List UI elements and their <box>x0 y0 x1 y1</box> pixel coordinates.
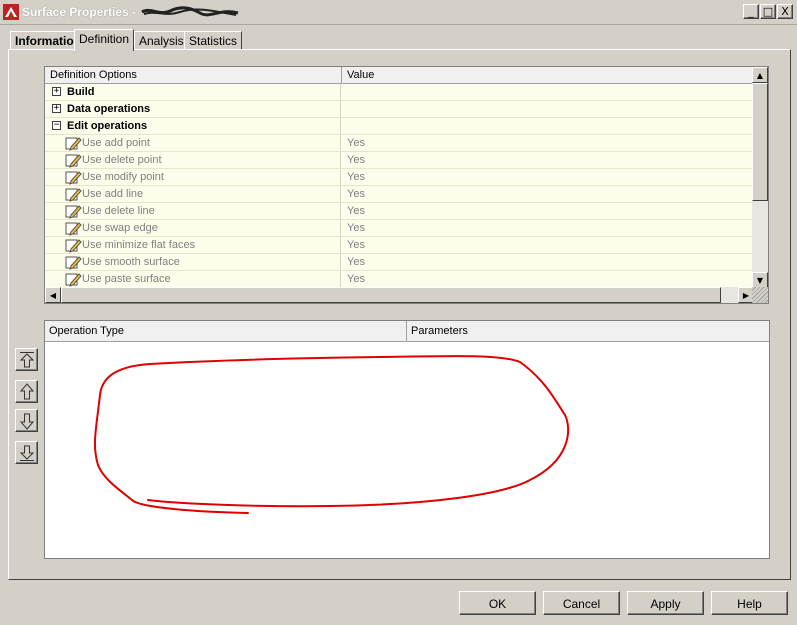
edit-pencil-icon <box>65 256 82 270</box>
size-grip <box>752 287 768 303</box>
option-value[interactable]: Yes <box>342 186 754 202</box>
grid-header: Definition Options Value <box>45 67 754 84</box>
scroll-thumb[interactable] <box>752 83 768 201</box>
redacted-scribble <box>141 6 239 17</box>
ok-button[interactable]: OK <box>459 591 536 615</box>
table-row[interactable]: Use delete line Yes <box>45 203 754 220</box>
table-row[interactable]: Use add line Yes <box>45 186 754 203</box>
option-label: Use swap edge <box>82 222 158 234</box>
edit-pencil-icon <box>65 188 82 202</box>
operations-list[interactable]: Operation Type Parameters <box>44 320 770 559</box>
tab-definition[interactable]: Definition <box>74 29 135 51</box>
collapse-icon[interactable]: − <box>52 121 61 130</box>
arrow-to-top-icon <box>19 352 35 368</box>
minimize-button[interactable]: _ <box>743 4 759 19</box>
window-title: Surface Properties - <box>22 5 137 19</box>
edit-pencil-icon <box>65 154 82 168</box>
group-row-data-operations[interactable]: + Data operations <box>45 101 754 118</box>
table-row[interactable]: Use modify point Yes <box>45 169 754 186</box>
app-icon <box>3 4 19 20</box>
horizontal-scrollbar[interactable]: ◀ ▶ <box>45 287 754 303</box>
apply-button[interactable]: Apply <box>627 591 704 615</box>
option-value[interactable]: Yes <box>342 169 754 185</box>
option-label: Use minimize flat faces <box>82 239 196 251</box>
edit-pencil-icon <box>65 239 82 253</box>
scroll-down-button[interactable]: ▼ <box>752 272 768 288</box>
option-label: Use add point <box>82 137 150 149</box>
edit-pencil-icon <box>65 137 82 151</box>
option-label: Use modify point <box>82 171 164 183</box>
cancel-button[interactable]: Cancel <box>543 591 620 615</box>
help-button[interactable]: Help <box>711 591 788 615</box>
option-label: Use smooth surface <box>82 256 180 268</box>
option-value[interactable]: Yes <box>342 152 754 168</box>
close-button[interactable]: X <box>777 4 793 19</box>
vertical-scrollbar[interactable]: ▲ ▼ <box>752 67 768 288</box>
edit-pencil-icon <box>65 171 82 185</box>
table-row[interactable]: Use delete point Yes <box>45 152 754 169</box>
scroll-left-button[interactable]: ◀ <box>45 287 61 303</box>
option-label: Use delete line <box>82 205 155 217</box>
move-to-bottom-button[interactable] <box>15 441 38 464</box>
option-value[interactable]: Yes <box>342 254 754 270</box>
maximize-button[interactable]: □ <box>760 4 776 19</box>
group-label: Data operations <box>67 103 151 115</box>
group-label: Build <box>67 86 95 98</box>
expand-icon[interactable]: + <box>52 104 61 113</box>
move-up-button[interactable] <box>15 380 38 403</box>
move-down-button[interactable] <box>15 409 38 432</box>
group-row-build[interactable]: + Build <box>45 84 754 101</box>
arrow-to-bottom-icon <box>19 445 35 461</box>
definition-options-grid: Definition Options Value + Build + Data op… <box>44 66 769 304</box>
table-row[interactable]: Use paste surface Yes <box>45 271 754 288</box>
column-value[interactable]: Value <box>342 67 754 83</box>
tab-statistics[interactable]: Statistics <box>184 31 243 50</box>
scroll-up-button[interactable]: ▲ <box>752 67 768 83</box>
group-row-edit-operations[interactable]: − Edit operations <box>45 118 754 135</box>
table-row[interactable]: Use minimize flat faces Yes <box>45 237 754 254</box>
table-row[interactable]: Use swap edge Yes <box>45 220 754 237</box>
option-label: Use add line <box>82 188 144 200</box>
arrow-up-icon <box>19 383 35 400</box>
option-value[interactable]: Yes <box>342 220 754 236</box>
column-parameters[interactable]: Parameters <box>407 321 769 341</box>
edit-pencil-icon <box>65 273 82 287</box>
option-label: Use paste surface <box>82 273 171 285</box>
edit-pencil-icon <box>65 205 82 219</box>
option-value[interactable]: Yes <box>342 203 754 219</box>
group-label: Edit operations <box>67 120 148 132</box>
title-bar: Surface Properties - _ □ X <box>0 0 797 25</box>
option-value[interactable]: Yes <box>342 237 754 253</box>
table-row[interactable]: Use add point Yes <box>45 135 754 152</box>
option-label: Use delete point <box>82 154 162 166</box>
option-value[interactable]: Yes <box>342 271 754 287</box>
list-header: Operation Type Parameters <box>45 321 769 342</box>
column-definition-options[interactable]: Definition Options <box>45 67 342 83</box>
table-row[interactable]: Use smooth surface Yes <box>45 254 754 271</box>
expand-icon[interactable]: + <box>52 87 61 96</box>
scroll-thumb-horizontal[interactable] <box>61 287 721 303</box>
move-to-top-button[interactable] <box>15 348 38 371</box>
option-value[interactable]: Yes <box>342 135 754 151</box>
edit-pencil-icon <box>65 222 82 236</box>
column-operation-type[interactable]: Operation Type <box>45 321 407 341</box>
arrow-down-icon <box>19 413 35 430</box>
tab-analysis[interactable]: Analysis <box>134 31 189 50</box>
